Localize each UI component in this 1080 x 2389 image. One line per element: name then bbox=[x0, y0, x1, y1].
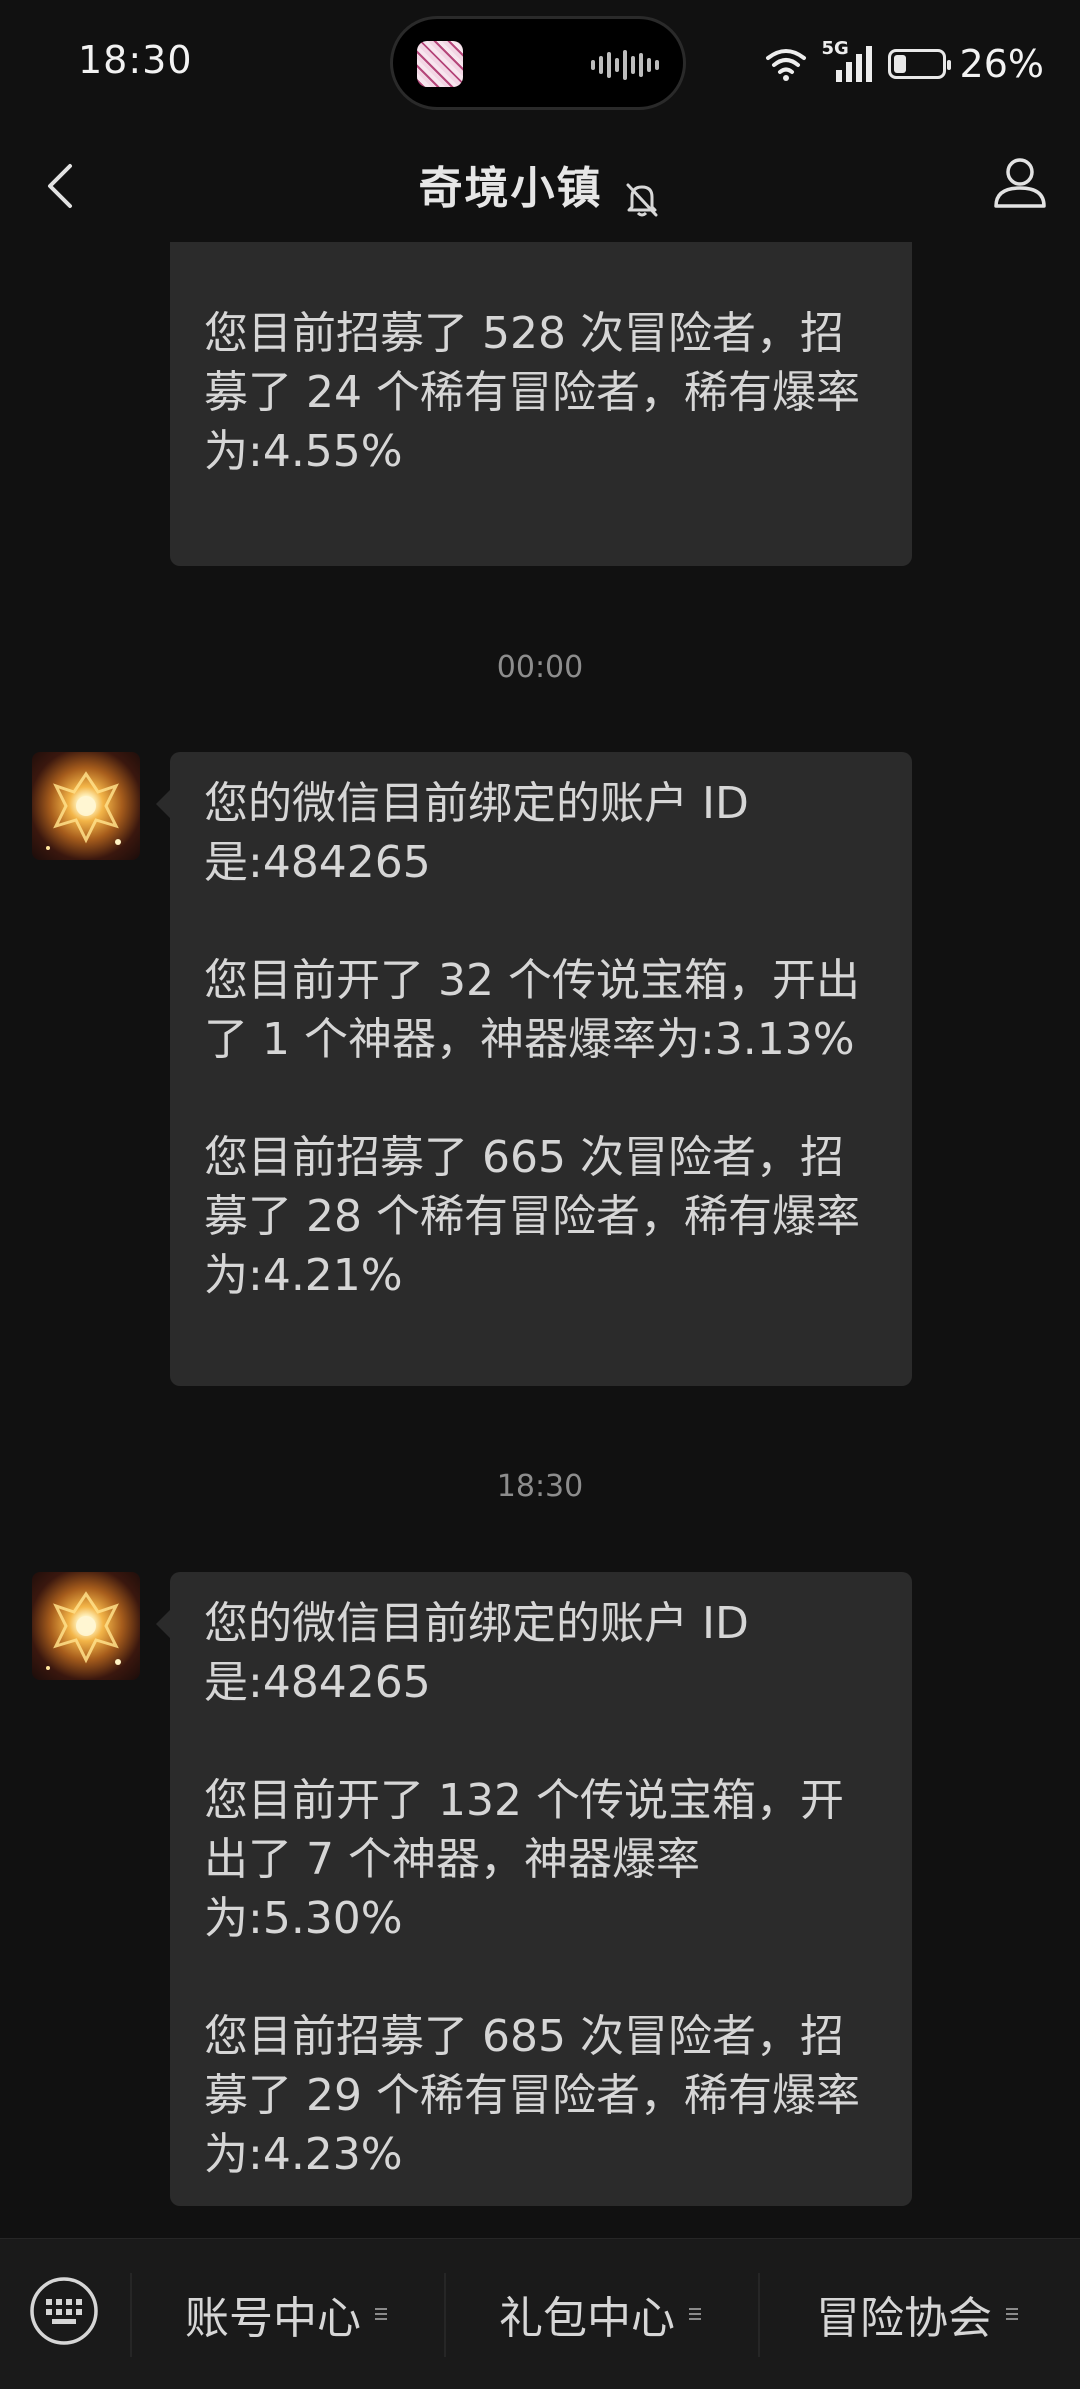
message-text: 您目前开了 32 个传说宝箱，开出了 1 个神器，神器爆率为:3.13% bbox=[204, 955, 860, 1065]
submenu-icon bbox=[689, 2308, 701, 2320]
menu-label: 冒险协会 bbox=[816, 2293, 992, 2344]
message-bubble[interactable]: 您的微信目前绑定的账户 ID 是:484265 您目前开了 132 个传说宝箱，… bbox=[156, 1572, 912, 2206]
status-bar: 18:30 5G 26% bbox=[0, 0, 1080, 130]
media-thumbnail bbox=[417, 41, 463, 87]
keyboard-toggle-button[interactable] bbox=[28, 2275, 100, 2347]
golden-emblem-icon bbox=[46, 1591, 121, 1670]
profile-button[interactable] bbox=[988, 150, 1052, 214]
chat-header: 奇境小镇 bbox=[0, 130, 1080, 242]
bottom-menu-bar: 账号中心 礼包中心 冒险协会 bbox=[0, 2238, 1080, 2389]
message-text: 您目前开了 132 个传说宝箱，开出了 7 个神器，神器爆率为:5.30% bbox=[204, 1775, 844, 1944]
dynamic-island[interactable] bbox=[390, 16, 686, 110]
battery-percent: 26% bbox=[959, 42, 1044, 86]
mute-bell-icon bbox=[626, 183, 658, 216]
menu-label: 账号中心 bbox=[185, 2293, 361, 2344]
battery-icon bbox=[887, 49, 951, 79]
message-timestamp: 18:30 bbox=[496, 1469, 584, 1504]
bot-avatar[interactable] bbox=[32, 752, 140, 860]
audio-wave-icon bbox=[591, 50, 659, 80]
message-text: 您目前招募了 685 次冒险者，招募了 29 个稀有冒险者，稀有爆率为:4.23… bbox=[204, 2011, 860, 2180]
message-timestamp: 00:00 bbox=[496, 650, 584, 685]
submenu-icon bbox=[1006, 2308, 1018, 2320]
golden-emblem-icon bbox=[46, 771, 121, 850]
message-text: 您目前招募了 665 次冒险者，招募了 28 个稀有冒险者，稀有爆率为:4.21… bbox=[204, 1132, 860, 1301]
menu-account-center[interactable]: 账号中心 bbox=[132, 2239, 442, 2389]
battery-level bbox=[893, 55, 906, 73]
status-time: 18:30 bbox=[78, 38, 193, 82]
menu-label: 礼包中心 bbox=[499, 2293, 675, 2344]
message-bubble[interactable]: 您目前招募了 528 次冒险者，招募了 24 个稀有冒险者，稀有爆率为:4.55… bbox=[170, 242, 912, 566]
wifi-icon bbox=[765, 49, 806, 81]
bot-avatar[interactable] bbox=[32, 1572, 140, 1680]
message-bubble[interactable]: 您的微信目前绑定的账户 ID 是:484265 您目前开了 32 个传说宝箱，开… bbox=[156, 752, 912, 1386]
menu-gift-center[interactable]: 礼包中心 bbox=[446, 2239, 756, 2389]
submenu-icon bbox=[375, 2308, 387, 2320]
title-area: 奇境小镇 bbox=[0, 152, 1080, 219]
message-text: 您目前招募了 528 次冒险者，招募了 24 个稀有冒险者，稀有爆率为:4.55… bbox=[204, 308, 860, 477]
chat-title: 奇境小镇 bbox=[418, 163, 603, 214]
cellular-signal-icon: 5G bbox=[822, 38, 874, 84]
menu-adventure-guild[interactable]: 冒险协会 bbox=[760, 2239, 1076, 2389]
message-text: 您的微信目前绑定的账户 ID 是:484265 bbox=[204, 1598, 763, 1708]
message-text: 您的微信目前绑定的账户 ID 是:484265 bbox=[204, 778, 763, 888]
message-list[interactable]: 您目前招募了 528 次冒险者，招募了 24 个稀有冒险者，稀有爆率为:4.55… bbox=[0, 242, 1080, 2238]
